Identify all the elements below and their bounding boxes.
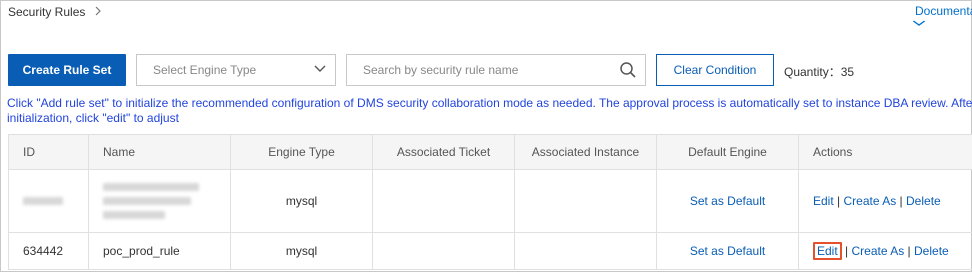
action-separator: | bbox=[907, 244, 911, 258]
cell-engine-type: mysql bbox=[230, 169, 373, 233]
create-rule-set-button[interactable]: Create Rule Set bbox=[8, 54, 126, 86]
engine-type-select[interactable]: Select Engine Type bbox=[136, 54, 336, 86]
cell-associated-instance bbox=[514, 232, 657, 270]
engine-type-placeholder: Select Engine Type bbox=[153, 63, 257, 77]
security-rules-table: ID Name Engine Type Associated Ticket As… bbox=[8, 134, 972, 270]
quantity-label: Quantity： bbox=[784, 65, 841, 79]
create-as-link[interactable]: Create As bbox=[852, 244, 905, 258]
redacted-name-line-2 bbox=[103, 197, 191, 205]
column-header-associated-instance: Associated Instance bbox=[514, 134, 657, 170]
create-as-link[interactable]: Create As bbox=[844, 194, 897, 208]
column-header-associated-ticket: Associated Ticket bbox=[372, 134, 515, 170]
info-message: Click "Add rule set" to initialize the r… bbox=[7, 96, 972, 126]
search-icon[interactable] bbox=[619, 61, 637, 82]
quantity-count: Quantity：35 bbox=[784, 63, 854, 80]
set-as-default-link[interactable]: Set as Default bbox=[690, 194, 765, 208]
column-header-engine-type: Engine Type bbox=[230, 134, 373, 170]
cell-engine-type: mysql bbox=[230, 232, 373, 270]
documentation-link[interactable]: Documenta bbox=[915, 4, 972, 18]
cell-id-redacted bbox=[8, 169, 89, 233]
set-as-default-link[interactable]: Set as Default bbox=[690, 244, 765, 258]
info-line-1: Click "Add rule set" to initialize the r… bbox=[7, 96, 972, 110]
info-line-2: initialization, click "edit" to adjust bbox=[7, 111, 179, 125]
cell-actions: Edit | Create As | Delete bbox=[798, 169, 972, 233]
quantity-value: 35 bbox=[840, 65, 855, 79]
edit-link[interactable]: Edit bbox=[813, 194, 834, 208]
clear-condition-button[interactable]: Clear Condition bbox=[656, 54, 774, 86]
cell-default-engine: Set as Default bbox=[656, 169, 799, 233]
column-header-default-engine: Default Engine bbox=[656, 134, 799, 170]
chevron-down-icon[interactable] bbox=[912, 18, 926, 30]
column-header-actions: Actions bbox=[798, 134, 972, 170]
column-header-id: ID bbox=[8, 134, 89, 170]
cell-actions: Edit | Create As | Delete bbox=[798, 232, 972, 270]
cell-default-engine: Set as Default bbox=[656, 232, 799, 270]
action-separator: | bbox=[845, 244, 849, 258]
redacted-name-line-1 bbox=[103, 183, 199, 191]
table-row: mysql Set as Default Edit | Create As | … bbox=[8, 169, 972, 233]
delete-link[interactable]: Delete bbox=[906, 194, 941, 208]
breadcrumb-security-rules[interactable]: Security Rules bbox=[8, 5, 85, 19]
redacted-name-line-3 bbox=[103, 211, 165, 219]
edit-link-highlighted[interactable]: Edit bbox=[813, 242, 842, 260]
redacted-id bbox=[23, 197, 63, 205]
chevron-down-icon bbox=[313, 62, 327, 79]
action-separator: | bbox=[837, 194, 841, 208]
search-input[interactable]: Search by security rule name bbox=[346, 54, 646, 86]
cell-id: 634442 bbox=[8, 232, 89, 270]
breadcrumb: Security Rules bbox=[8, 5, 102, 19]
cell-associated-ticket bbox=[372, 232, 515, 270]
cell-name-redacted bbox=[88, 169, 231, 233]
table-row: 634442 poc_prod_rule mysql Set as Defaul… bbox=[8, 232, 972, 270]
cell-associated-instance bbox=[514, 169, 657, 233]
table-header-row: ID Name Engine Type Associated Ticket As… bbox=[8, 134, 972, 170]
action-separator: | bbox=[899, 194, 903, 208]
column-header-name: Name bbox=[88, 134, 231, 170]
cell-associated-ticket bbox=[372, 169, 515, 233]
search-placeholder: Search by security rule name bbox=[363, 63, 519, 77]
delete-link[interactable]: Delete bbox=[914, 244, 949, 258]
cell-name: poc_prod_rule bbox=[88, 232, 231, 270]
chevron-right-icon bbox=[95, 5, 102, 19]
